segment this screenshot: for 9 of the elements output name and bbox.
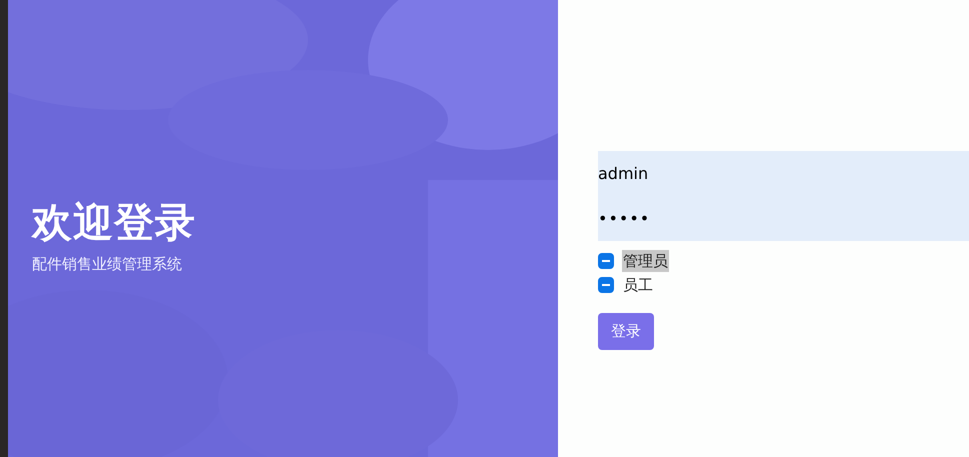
role-label: 员工 [622, 274, 654, 296]
username-field[interactable]: admin [598, 151, 969, 196]
login-button[interactable]: 登录 [598, 313, 654, 350]
checkbox[interactable] [598, 277, 614, 293]
password-field[interactable]: ••••• [598, 196, 969, 241]
role-label: 管理员 [622, 250, 669, 272]
system-subtitle: 配件销售业绩管理系统 [32, 254, 183, 276]
welcome-title: 欢迎登录 [32, 201, 197, 246]
checkbox[interactable] [598, 253, 614, 269]
